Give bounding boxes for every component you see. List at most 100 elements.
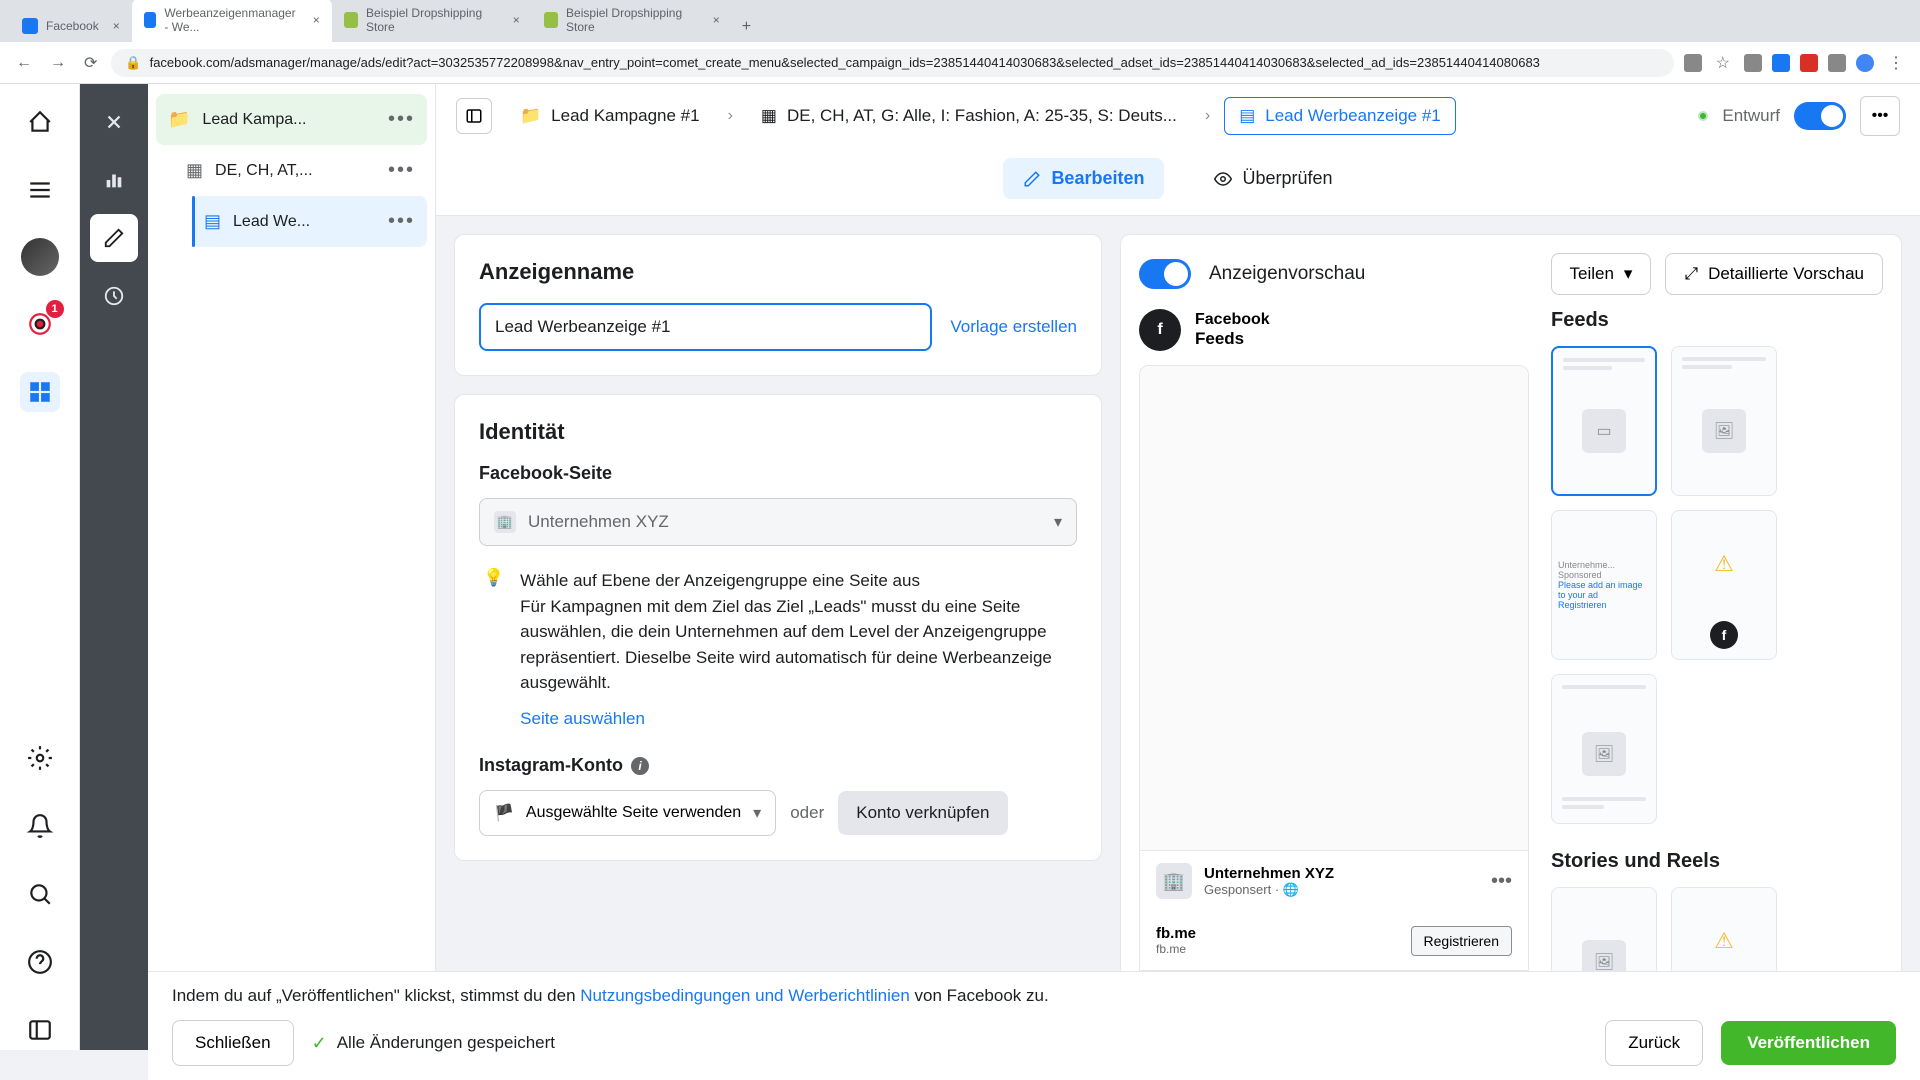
fb-page-select[interactable]: 🏢 Unternehmen XYZ ▾	[479, 498, 1077, 546]
tab-strip: Facebook× Werbeanzeigenmanager - We...× …	[0, 0, 1920, 42]
select-page-link[interactable]: Seite auswählen	[520, 709, 645, 728]
more-icon[interactable]: •••	[388, 210, 415, 233]
back-icon[interactable]: ←	[12, 50, 36, 76]
history-icon[interactable]	[90, 272, 138, 320]
tab-title: Beispiel Dropshipping Store	[366, 6, 499, 34]
panel-toggle-icon[interactable]	[456, 98, 492, 134]
folder-icon: 📁	[168, 109, 190, 130]
publish-button[interactable]: Veröffentlichen	[1721, 1021, 1896, 1065]
folder-icon: 📁	[520, 106, 541, 126]
formats-gallery: Feeds ▭ 🖼 Unternehme...SponsoredPlease a…	[1551, 309, 1883, 1013]
grid-icon: ▦	[761, 106, 777, 126]
browser-tab[interactable]: Facebook×	[10, 10, 132, 42]
feed-image-placeholder	[1140, 366, 1528, 850]
lightbulb-icon: 💡	[483, 568, 504, 731]
tab-review[interactable]: Überprüfen	[1194, 158, 1352, 199]
identity-card: Identität Facebook-Seite 🏢 Unternehmen X…	[454, 394, 1102, 861]
url-input[interactable]: 🔒facebook.com/adsmanager/manage/ads/edit…	[111, 49, 1673, 77]
star-icon[interactable]: ☆	[1712, 49, 1734, 77]
page-icon: 🏢	[494, 511, 516, 533]
share-button[interactable]: Teilen▾	[1551, 253, 1652, 295]
profile-avatar-icon[interactable]	[1856, 54, 1874, 72]
breadcrumb-ad[interactable]: ▤Lead Werbeanzeige #1	[1224, 97, 1456, 135]
extension-icons: ☆ ⋮	[1684, 49, 1908, 77]
close-icon[interactable]: ×	[113, 19, 120, 33]
link-account-button[interactable]: Konto verknüpfen	[838, 791, 1007, 835]
warning-icon: ⚠	[1714, 928, 1734, 954]
browser-tab[interactable]: Beispiel Dropshipping Store ×	[332, 0, 532, 42]
browser-tab[interactable]: Beispiel Dropshipping Store ×	[532, 0, 732, 42]
breadcrumb-adset[interactable]: ▦DE, CH, AT, G: Alle, I: Fashion, A: 25-…	[747, 98, 1191, 134]
create-template-link[interactable]: Vorlage erstellen	[950, 317, 1077, 337]
chevron-right-icon: ›	[728, 107, 733, 125]
format-thumb[interactable]: Unternehme...SponsoredPlease add an imag…	[1551, 510, 1657, 660]
extension-icon[interactable]	[1744, 54, 1762, 72]
back-button[interactable]: Zurück	[1605, 1020, 1703, 1066]
more-button[interactable]: •••	[1860, 96, 1900, 136]
close-editor-button[interactable]	[90, 98, 138, 146]
facebook-badge-icon: f	[1710, 621, 1738, 649]
cta-button[interactable]: Registrieren	[1411, 926, 1512, 956]
status-text: Entwurf	[1722, 106, 1780, 126]
terms-link[interactable]: Nutzungsbedingungen und Werberichtlinien	[580, 986, 910, 1005]
ad-active-toggle[interactable]	[1794, 102, 1846, 130]
notifications-icon[interactable]	[20, 806, 60, 846]
tree-ad[interactable]: ▤ Lead We... •••	[192, 196, 427, 247]
more-icon[interactable]: •••	[388, 159, 415, 182]
format-thumb[interactable]: 🖼	[1671, 346, 1777, 496]
chevron-right-icon: ›	[1205, 107, 1210, 125]
company-name: Unternehmen XYZ	[1204, 865, 1334, 882]
menu-icon[interactable]	[20, 170, 60, 210]
info-icon[interactable]: i	[631, 757, 649, 775]
help-icon[interactable]	[20, 942, 60, 982]
search-icon[interactable]	[20, 874, 60, 914]
tab-edit[interactable]: Bearbeiten	[1003, 158, 1164, 199]
audiences-icon[interactable]: 1	[20, 304, 60, 344]
close-icon[interactable]: ×	[313, 13, 320, 27]
more-icon[interactable]: •••	[388, 108, 415, 131]
terms-notice: Indem du auf „Veröffentlichen" klickst, …	[172, 986, 1896, 1006]
more-icon[interactable]: •••	[1491, 870, 1512, 893]
forward-icon[interactable]: →	[46, 50, 70, 76]
settings-icon[interactable]	[20, 738, 60, 778]
edit-icon[interactable]	[90, 214, 138, 262]
account-avatar[interactable]	[21, 238, 59, 276]
ad-name-input[interactable]	[479, 303, 932, 351]
new-tab-button[interactable]: +	[732, 12, 761, 42]
chevron-down-icon: ▾	[1054, 512, 1062, 532]
preview-toggle[interactable]	[1139, 259, 1191, 289]
breadcrumb-campaign[interactable]: 📁Lead Kampagne #1	[506, 98, 714, 134]
format-thumb[interactable]: ▭	[1551, 346, 1657, 496]
close-button[interactable]: Schließen	[172, 1020, 294, 1066]
facebook-icon: f	[1139, 309, 1181, 351]
tab-title: Beispiel Dropshipping Store	[566, 6, 699, 34]
detailed-preview-button[interactable]: ⤢Detaillierte Vorschau	[1665, 253, 1883, 295]
ad-icon: ▤	[1239, 106, 1255, 126]
menu-icon[interactable]: ⋮	[1884, 49, 1908, 77]
editor-mode-rail	[80, 84, 148, 1050]
address-bar: ← → ⟳ 🔒facebook.com/adsmanager/manage/ad…	[0, 42, 1920, 84]
extension-icon[interactable]	[1684, 54, 1702, 72]
tree-campaign[interactable]: 📁 Lead Kampa... •••	[156, 94, 427, 145]
close-icon[interactable]: ×	[513, 13, 520, 27]
feed-card: 🏢 Unternehmen XYZ Gesponsert · 🌐 •••	[1139, 365, 1529, 1013]
close-icon[interactable]: ×	[713, 13, 720, 27]
chart-icon[interactable]	[90, 156, 138, 204]
save-status: ✓Alle Änderungen gespeichert	[312, 1033, 555, 1054]
ads-manager-icon[interactable]	[20, 372, 60, 412]
extension-icon[interactable]	[1828, 54, 1846, 72]
editor-pane: 📁Lead Kampagne #1 › ▦DE, CH, AT, G: Alle…	[436, 84, 1920, 1050]
format-thumb[interactable]: 🖼	[1551, 674, 1657, 824]
browser-tab[interactable]: Werbeanzeigenmanager - We...×	[132, 0, 332, 42]
ig-account-select[interactable]: 🏴 Ausgewählte Seite verwenden ▾	[479, 790, 776, 836]
extension-icon[interactable]	[1772, 54, 1790, 72]
select-value: Ausgewählte Seite verwenden	[526, 804, 741, 822]
extension-icon[interactable]	[1800, 54, 1818, 72]
format-thumb[interactable]: ⚠f	[1671, 510, 1777, 660]
check-icon: ✓	[312, 1033, 327, 1054]
reload-icon[interactable]: ⟳	[80, 49, 101, 77]
collapse-icon[interactable]	[20, 1010, 60, 1050]
tree-adset[interactable]: ▦ DE, CH, AT,... •••	[174, 145, 427, 196]
home-icon[interactable]	[20, 102, 60, 142]
tree-label: DE, CH, AT,...	[215, 162, 376, 180]
